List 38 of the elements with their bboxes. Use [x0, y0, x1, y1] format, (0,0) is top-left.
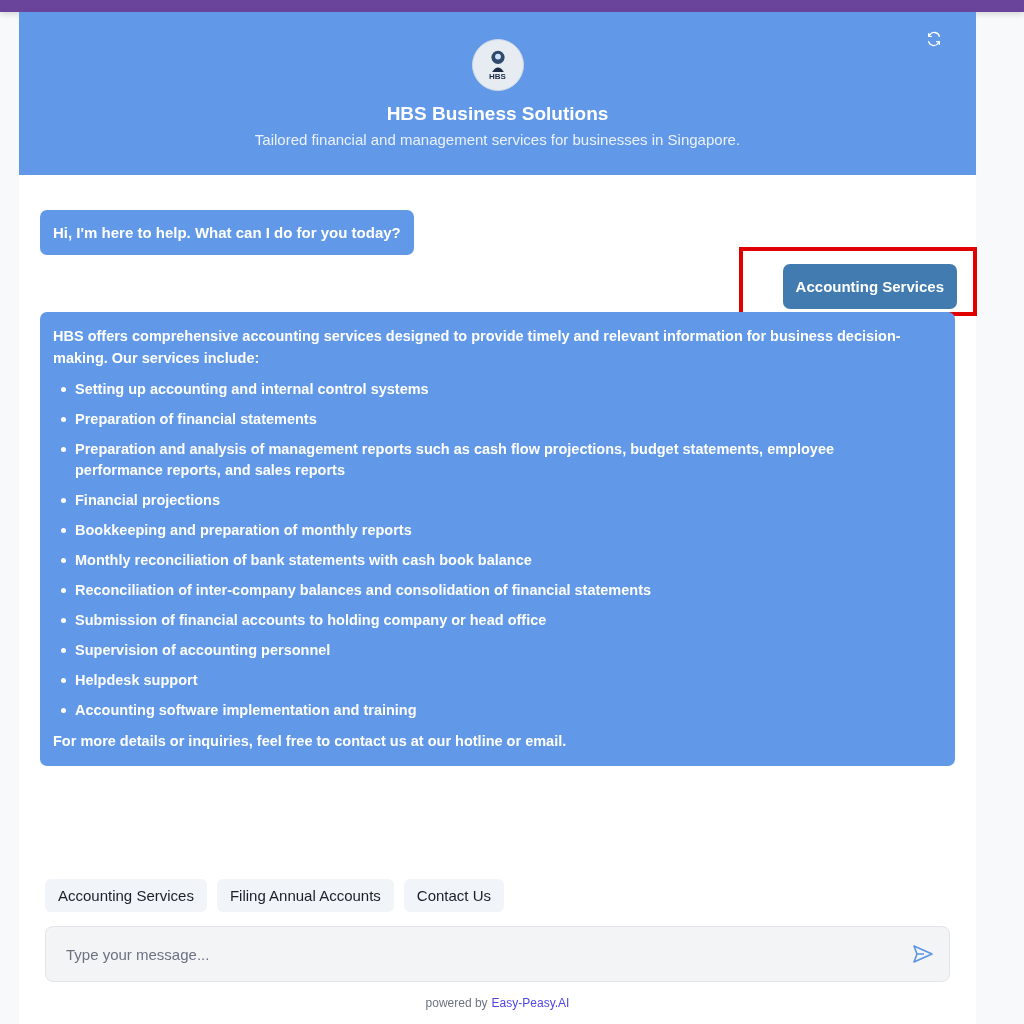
refresh-icon[interactable]	[926, 31, 942, 47]
user-message: Accounting Services	[782, 264, 957, 309]
list-item: Monthly reconciliation of bank statements with cash book balance	[75, 551, 532, 570]
bullet-icon	[61, 417, 66, 422]
logo-text: HBS	[489, 71, 506, 81]
bot-message: Hi, I'm here to help. What can I do for you today?	[40, 210, 414, 255]
quick-reply-button[interactable]: Filing Annual Accounts	[216, 879, 394, 912]
bullet-icon	[61, 708, 66, 713]
bullet-icon	[61, 387, 66, 392]
message-paragraph: For more details or inquiries, feel free to contact us at our hotline or email.	[53, 732, 568, 751]
list-item: Reconciliation of inter-company balances and consolidation of financial statements	[75, 581, 652, 600]
powered-by-text: powered by	[425, 996, 488, 1010]
list-item: Financial projections	[75, 491, 221, 510]
list-item: Preparation and analysis of management reports such as cash flow projections, budget statements, employee performance reports, and sales reports	[75, 440, 836, 480]
quick-reply-button[interactable]: Contact Us	[403, 879, 505, 912]
send-icon[interactable]	[911, 942, 935, 966]
bullet-icon	[61, 588, 66, 593]
list-item: Bookkeeping and preparation of monthly reports	[75, 521, 412, 540]
list-item: Supervision of accounting personnel	[75, 641, 331, 660]
bullet-icon	[61, 648, 66, 653]
chat-subtitle: Tailored financial and management services for businesses in Singapore.	[254, 131, 741, 148]
bullet-icon	[61, 618, 66, 623]
bullet-icon	[61, 528, 66, 533]
bullet-icon	[61, 678, 66, 683]
message-input[interactable]: Type your message...	[64, 944, 911, 964]
quick-reply-button[interactable]: Accounting Services	[45, 879, 207, 912]
bullet-icon	[61, 498, 66, 503]
list-item: Accounting software implementation and training	[75, 701, 417, 720]
list-item: Preparation of financial statements	[75, 410, 317, 429]
message-field[interactable]: Type your message...	[45, 926, 950, 982]
message-paragraph: HBS offers comprehensive accounting services designed to provide timely and relevant information for business decision-making. Our services include:	[53, 327, 902, 368]
list-item: Helpdesk support	[75, 671, 198, 690]
bullet-icon	[61, 558, 66, 563]
easy-peasy-link[interactable]: Easy-Peasy.AI	[491, 996, 570, 1010]
bullet-icon	[61, 447, 66, 452]
chat-title: HBS Business Solutions	[386, 103, 609, 125]
list-item: Submission of financial accounts to holding company or head office	[75, 611, 547, 630]
list-item: Setting up accounting and internal control systems	[75, 380, 429, 399]
